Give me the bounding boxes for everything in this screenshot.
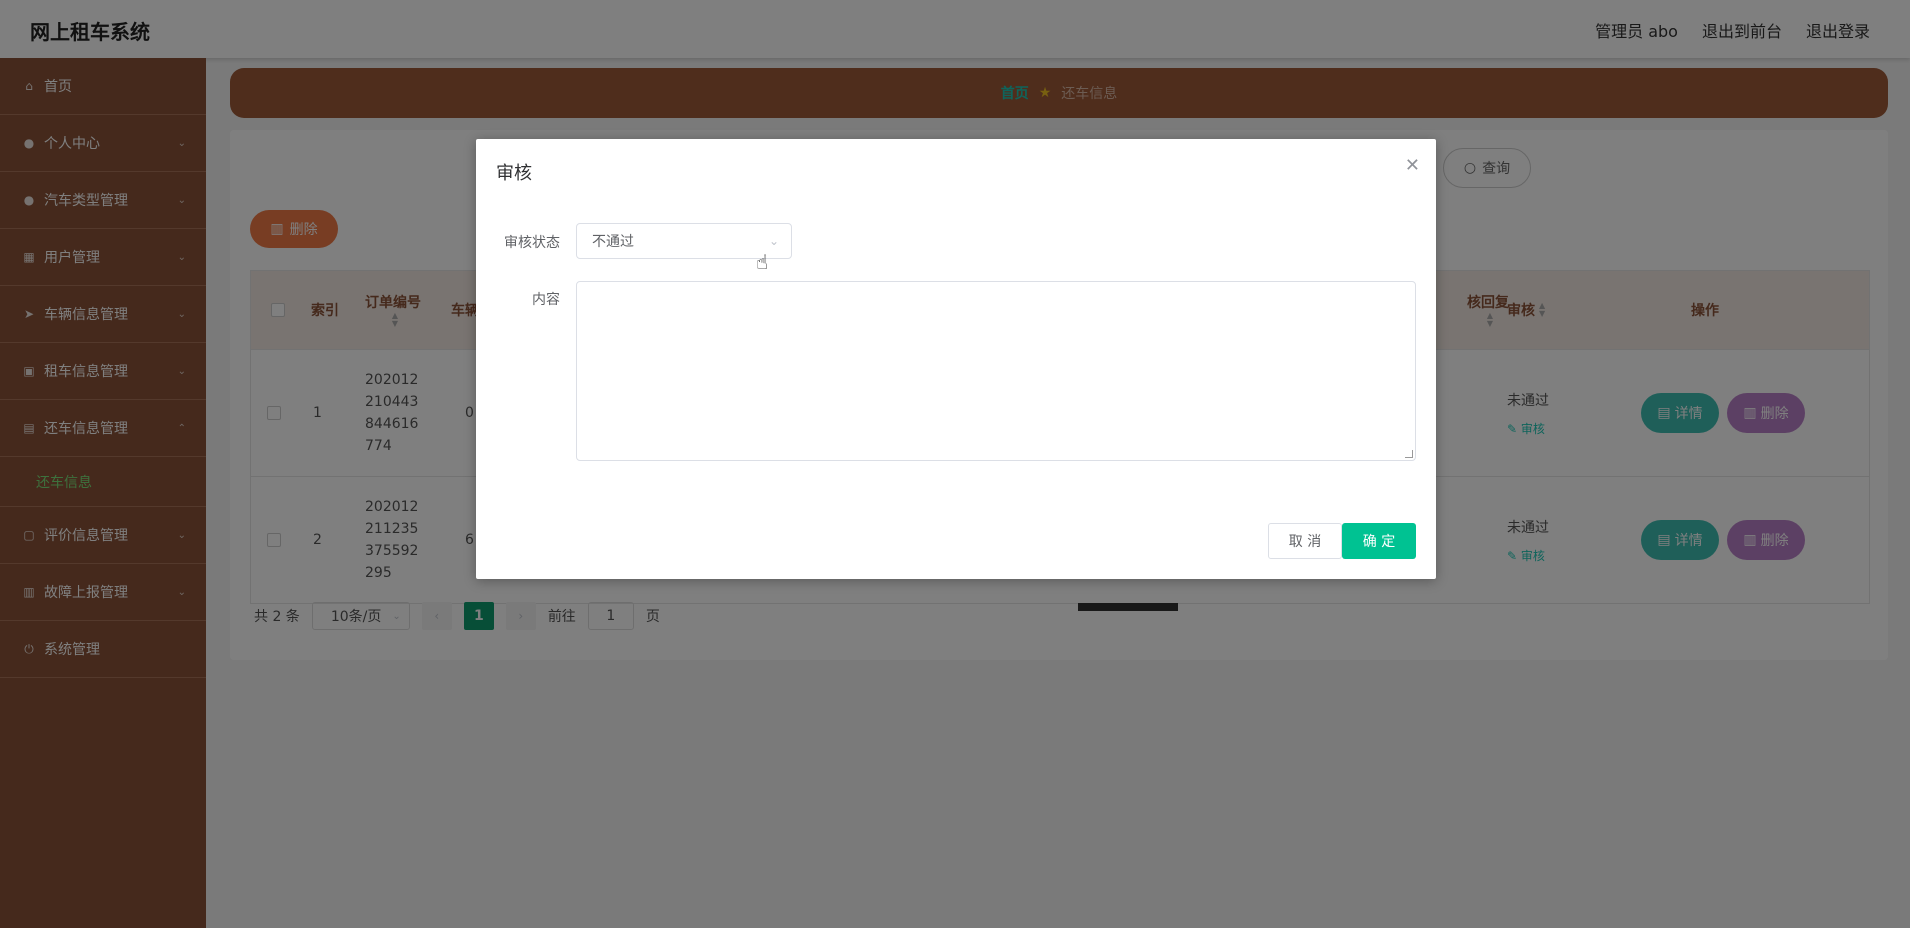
hand-cursor-icon: ☝	[756, 250, 769, 274]
resize-handle-icon[interactable]	[1405, 450, 1413, 458]
cancel-button[interactable]: 取 消	[1268, 523, 1342, 559]
audit-dialog: 审核 ✕ 审核状态 不通过 ⌄ 内容 取 消 确 定	[476, 139, 1436, 579]
content-label: 内容	[532, 292, 560, 308]
content-textarea[interactable]	[576, 281, 1416, 461]
audit-status-value: 不通过	[592, 234, 634, 250]
chevron-down-icon: ⌄	[768, 234, 779, 248]
close-icon[interactable]: ✕	[1405, 155, 1420, 176]
status-label: 审核状态	[504, 235, 560, 251]
confirm-button[interactable]: 确 定	[1342, 523, 1416, 559]
dialog-title: 审核	[496, 163, 532, 184]
